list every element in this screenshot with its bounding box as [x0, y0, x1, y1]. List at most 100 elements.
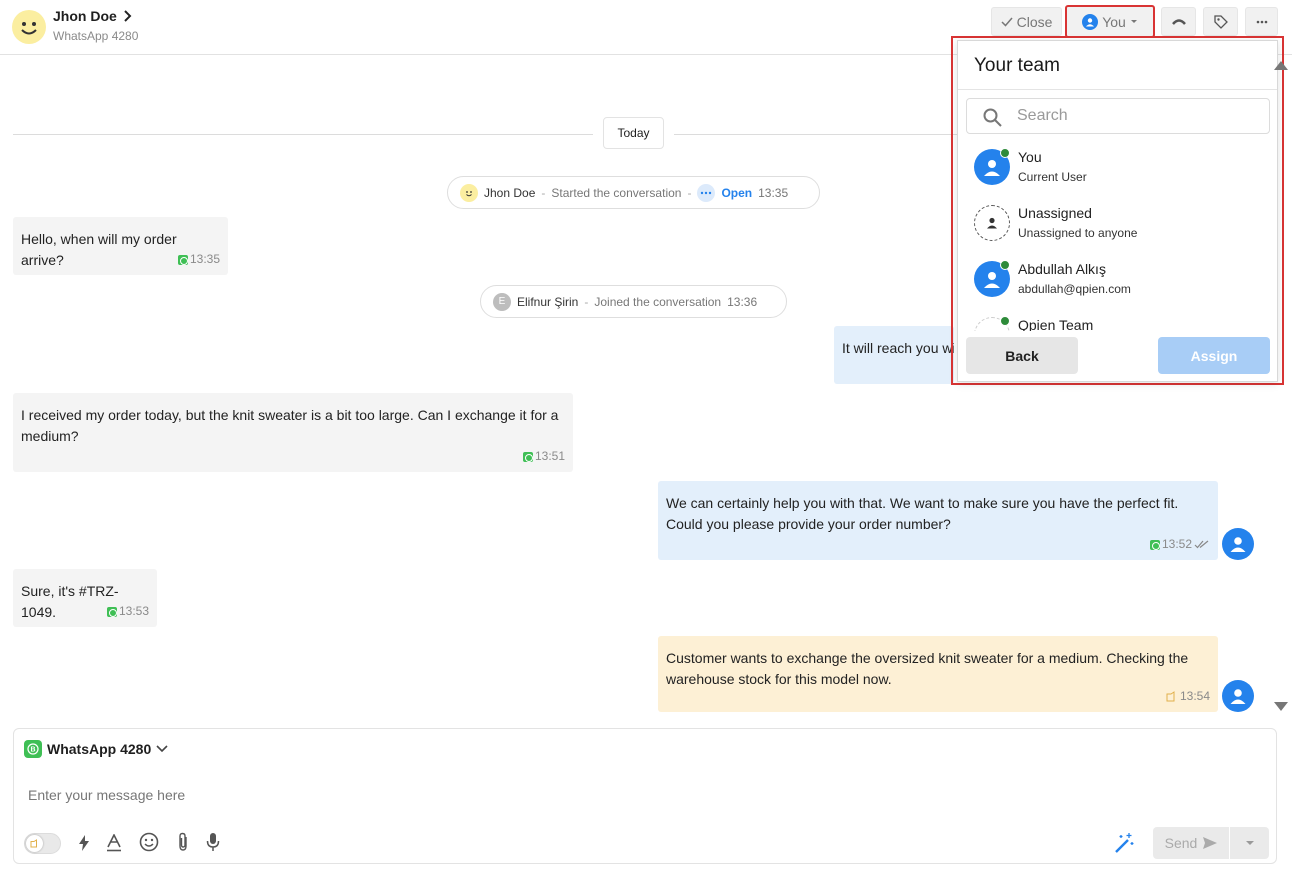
member-subtitle: Current User — [1018, 170, 1087, 184]
voice-record-button[interactable] — [204, 831, 222, 853]
event-action: Started the conversation — [551, 185, 682, 200]
channel-selector[interactable]: B WhatsApp 4280 — [24, 740, 168, 758]
whatsapp-icon — [106, 606, 117, 617]
divider — [958, 89, 1277, 90]
separator: - — [541, 185, 546, 200]
lightning-icon — [79, 835, 89, 851]
message-input[interactable] — [28, 787, 928, 803]
event-time: 13:36 — [727, 294, 758, 309]
search-icon — [983, 108, 1002, 127]
team-search-field[interactable] — [966, 98, 1270, 134]
chevron-right-icon — [124, 10, 132, 22]
event-actor: Elifnur Şirin — [517, 294, 579, 309]
status-badge: Open — [721, 185, 753, 200]
message-time: 13:52 — [1161, 537, 1192, 551]
attachment-button[interactable] — [174, 831, 192, 853]
contact-name-link[interactable]: Jhon Doe — [53, 8, 133, 24]
agent-avatar — [1222, 528, 1254, 560]
outgoing-message: We can certainly help you with that. We … — [658, 481, 1218, 560]
system-event: E Elifnur Şirin - Joined the conversatio… — [480, 285, 787, 318]
whatsapp-business-icon: B — [24, 740, 42, 758]
emoji-icon — [139, 832, 159, 852]
magic-wand-icon — [1115, 833, 1134, 853]
hangup-icon — [1171, 18, 1186, 25]
incoming-message: Hello, when will my order arrive? 13:35 — [13, 217, 228, 275]
dropdown-title: Your team — [974, 55, 1060, 76]
tag-icon — [1213, 14, 1228, 29]
agent-avatar — [1222, 680, 1254, 712]
event-actor: Jhon Doe — [484, 185, 536, 200]
emoji-button[interactable] — [138, 831, 160, 853]
team-member-you[interactable]: You Current User — [958, 141, 1277, 195]
caret-down-icon — [1130, 20, 1137, 23]
team-search-input[interactable] — [1017, 107, 1237, 125]
message-time: 13:53 — [118, 604, 149, 618]
team-member-unassigned[interactable]: Unassigned Unassigned to anyone — [958, 197, 1277, 251]
scroll-up-arrow[interactable] — [1274, 61, 1288, 70]
close-conversation-button[interactable]: Close — [991, 7, 1062, 36]
send-options-button[interactable] — [1230, 827, 1269, 859]
note-icon — [1166, 691, 1175, 702]
more-dots-icon — [1256, 20, 1267, 23]
more-options-button[interactable] — [1245, 7, 1278, 36]
assign-button[interactable]: Assign — [1158, 337, 1270, 374]
assign-team-dropdown[interactable]: Your team You Current User Unassigned Un… — [957, 40, 1278, 382]
message-text: Customer wants to exchange the oversized… — [666, 650, 1189, 687]
member-name: Abdullah Alkış — [1018, 261, 1106, 277]
team-member-list[interactable]: You Current User Unassigned Unassigned t… — [958, 141, 1277, 331]
quick-reply-button[interactable] — [76, 833, 92, 853]
message-text: It will reach you wi — [842, 340, 954, 356]
text-format-button[interactable] — [104, 833, 124, 853]
snooze-button[interactable] — [1161, 7, 1196, 36]
toggle-knob — [26, 835, 43, 852]
assignee-dropdown-button[interactable]: You — [1065, 5, 1155, 38]
scroll-down-arrow[interactable] — [1274, 702, 1288, 711]
internal-note-toggle[interactable] — [24, 833, 61, 854]
online-indicator — [1000, 148, 1010, 158]
send-icon — [1203, 837, 1218, 849]
message-time: 13:54 — [1179, 689, 1210, 703]
back-button[interactable]: Back — [966, 337, 1078, 374]
message-text: Sure, it's #TRZ-1049. — [21, 583, 119, 620]
member-subtitle: Unassigned to anyone — [1018, 226, 1138, 240]
system-event: Jhon Doe - Started the conversation - Op… — [447, 176, 820, 209]
user-icon — [984, 160, 1000, 176]
message-time: 13:51 — [534, 449, 565, 463]
outgoing-message: It will reach you wi — [834, 326, 954, 384]
channel-name: WhatsApp 4280 — [47, 741, 152, 757]
event-action: Joined the conversation — [594, 294, 722, 309]
agent-avatar-letter: E — [493, 292, 511, 311]
member-name: Unassigned — [1018, 205, 1092, 221]
user-icon — [1230, 689, 1246, 704]
member-subtitle: abdullah@qpien.com — [1018, 282, 1131, 296]
send-button[interactable]: Send — [1153, 827, 1229, 859]
ai-assist-button[interactable] — [1112, 831, 1136, 855]
paperclip-icon — [179, 832, 187, 851]
tag-button[interactable] — [1203, 7, 1238, 36]
whatsapp-icon — [177, 254, 188, 265]
user-outline-icon — [987, 217, 997, 229]
contact-avatar[interactable] — [12, 10, 46, 44]
team-member-qpien-team[interactable]: Qpien Team — [958, 309, 1277, 331]
close-label: Close — [1016, 13, 1053, 30]
message-text: I received my order today, but the knit … — [21, 407, 559, 444]
caret-down-icon — [1245, 841, 1254, 845]
user-icon — [984, 272, 1000, 288]
whatsapp-icon — [522, 451, 533, 462]
whatsapp-icon — [1149, 539, 1160, 550]
online-indicator — [1000, 260, 1010, 270]
user-icon — [1230, 537, 1246, 552]
team-member-abdullah[interactable]: Abdullah Alkış abdullah@qpien.com — [958, 253, 1277, 307]
smiley-icon — [460, 183, 478, 202]
status-open-icon — [697, 183, 716, 202]
incoming-message: Sure, it's #TRZ-1049. 13:53 — [13, 569, 157, 627]
member-avatar — [974, 205, 1010, 241]
contact-name: Jhon Doe — [53, 8, 117, 24]
note-icon — [30, 839, 37, 848]
message-composer: B WhatsApp 4280 Send — [13, 728, 1277, 864]
date-divider: Today — [603, 117, 664, 149]
online-indicator — [1000, 316, 1010, 326]
separator: - — [584, 294, 589, 309]
microphone-icon — [206, 833, 220, 851]
smiley-icon — [21, 22, 37, 35]
